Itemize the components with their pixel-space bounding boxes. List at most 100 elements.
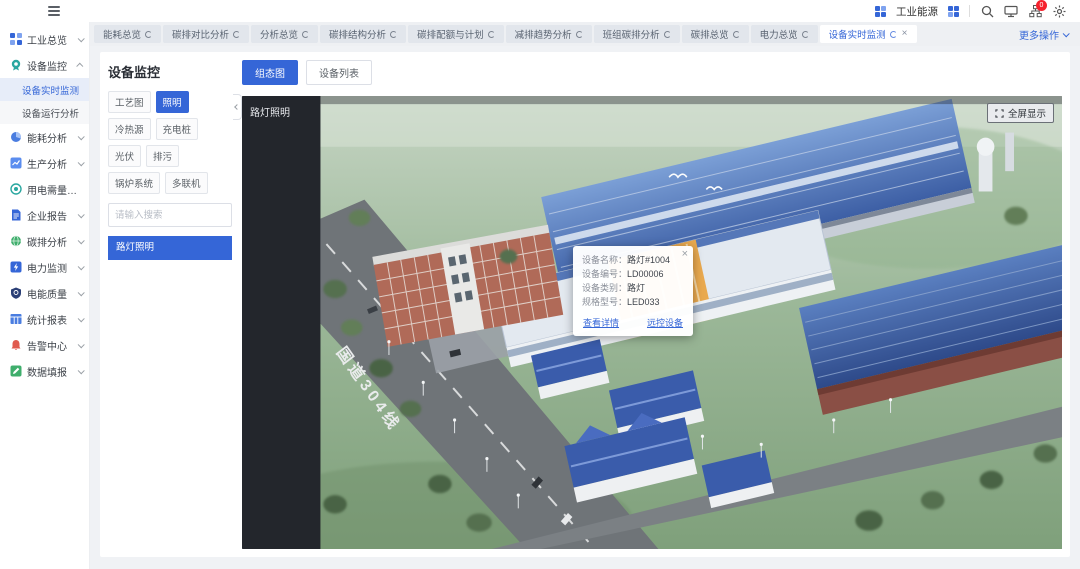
monitor-icon[interactable]: [1004, 4, 1018, 18]
refresh-icon[interactable]: [664, 31, 671, 38]
refresh-icon[interactable]: [890, 31, 897, 38]
tab-carbon-quota-plan[interactable]: 碳排配额与计划: [408, 25, 504, 43]
pie-icon: [10, 131, 22, 143]
sidebar-submenu: 设备实时监测 设备运行分析: [0, 78, 89, 124]
sidebar-item-label: 生产分析: [27, 156, 78, 171]
filter-boiler-system[interactable]: 锅炉系统: [108, 172, 160, 194]
sidebar-item-label: 数据填报: [27, 364, 78, 379]
page-title: 设备监控: [108, 62, 232, 81]
refresh-icon[interactable]: [302, 31, 309, 38]
close-icon[interactable]: ×: [682, 248, 688, 260]
close-icon[interactable]: ×: [902, 29, 908, 39]
refresh-icon[interactable]: [802, 31, 809, 38]
device-info-popup: × 设备名称：路灯#1004 设备编号：LD00006 设备类别：路灯 规格型号…: [573, 246, 693, 336]
popup-row-spec-model: 规格型号：LED033: [582, 296, 684, 310]
filter-photovoltaic[interactable]: 光伏: [108, 145, 141, 167]
sidebar-item-demand-analysis[interactable]: 用电需量分析: [0, 176, 89, 202]
filter-sewage[interactable]: 排污: [146, 145, 179, 167]
refresh-icon[interactable]: [488, 31, 495, 38]
sidebar-item-label: 告警中心: [27, 338, 78, 353]
tab-carbon-overview[interactable]: 碳排总览: [682, 25, 749, 43]
filter-charging-pile[interactable]: 充电桩: [156, 118, 199, 140]
chevron-down-icon: [78, 289, 85, 296]
sidebar-item-enterprise-report[interactable]: 企业报告: [0, 202, 89, 228]
table-icon: [10, 313, 22, 325]
sidebar-item-production-analysis[interactable]: 生产分析: [0, 150, 89, 176]
document-icon: [10, 209, 22, 221]
search-input[interactable]: [108, 203, 232, 227]
popup-row-device-number: 设备编号：LD00006: [582, 268, 684, 282]
sidebar-item-label: 碳排分析: [27, 234, 78, 249]
sidebar-item-carbon-analysis[interactable]: 碳排分析: [0, 228, 89, 254]
collapse-menu-icon[interactable]: [48, 6, 60, 16]
settings-gear-icon[interactable]: [1052, 4, 1066, 18]
sidebar-item-label: 设备监控: [27, 58, 78, 73]
globe-icon: [10, 235, 22, 247]
sidebar-item-device-realtime-monitoring[interactable]: 设备实时监测: [0, 78, 89, 101]
chevron-down-icon: [78, 367, 85, 374]
chevron-down-icon: [78, 263, 85, 270]
chevron-down-icon: [78, 315, 85, 322]
sidebar-item-device-operation-analysis[interactable]: 设备运行分析: [0, 101, 89, 124]
fullscreen-icon: [995, 109, 1004, 118]
sidebar-item-label: 统计报表: [27, 312, 78, 327]
sidebar-item-energy-analysis[interactable]: 能耗分析: [0, 124, 89, 150]
device-filter-panel: 设备监控 工艺图 照明 冷热源 充电桩 光伏 排污 锅炉系统 多联机 路灯照明: [108, 60, 232, 549]
tab-analysis-overview[interactable]: 分析总览: [251, 25, 318, 43]
list-item-street-lamp-lighting[interactable]: 路灯照明: [108, 236, 232, 260]
device-monitoring-card: 设备监控 工艺图 照明 冷热源 充电桩 光伏 排污 锅炉系统 多联机 路灯照明 …: [100, 52, 1070, 557]
sidebar-item-industry-overview[interactable]: 工业总览: [0, 26, 89, 52]
sidebar-nav: 工业总览 设备监控 设备实时监测 设备运行分析 能耗分析 生产分析 用电需量分析…: [0, 22, 90, 569]
sidebar-item-statistics-report[interactable]: 统计报表: [0, 306, 89, 332]
chevron-down-icon: [1063, 30, 1070, 37]
refresh-icon[interactable]: [145, 31, 152, 38]
filter-process-diagram[interactable]: 工艺图: [108, 91, 151, 113]
refresh-icon[interactable]: [733, 31, 740, 38]
org-icon[interactable]: 0: [1028, 4, 1042, 18]
sidebar-item-data-entry[interactable]: 数据填报: [0, 358, 89, 384]
grid-icon: [10, 33, 22, 45]
view-details-link[interactable]: 查看详情: [583, 316, 619, 329]
tab-reduction-trend[interactable]: 减排趋势分析: [506, 25, 592, 43]
more-operations-button[interactable]: 更多操作: [1019, 22, 1068, 46]
apps-grid-icon[interactable]: [948, 6, 959, 17]
device-group-list: 路灯照明: [108, 236, 232, 260]
chart-icon: [10, 157, 22, 169]
sidebar-item-alarm-center[interactable]: 告警中心: [0, 332, 89, 358]
config-diagram-button[interactable]: 组态图: [242, 60, 298, 85]
tab-energy-overview[interactable]: 能耗总览: [94, 25, 161, 43]
workspace-label[interactable]: 工业能源: [896, 4, 938, 19]
shield-icon: [10, 287, 22, 299]
tab-device-realtime-monitoring[interactable]: 设备实时监测×: [820, 25, 917, 43]
chevron-down-icon: [78, 159, 85, 166]
tab-carbon-comparison[interactable]: 碳排对比分析: [163, 25, 249, 43]
search-icon[interactable]: [980, 4, 994, 18]
chevron-down-icon: [78, 211, 85, 218]
refresh-icon[interactable]: [390, 31, 397, 38]
filter-cold-heat-source[interactable]: 冷热源: [108, 118, 151, 140]
popup-row-device-name: 设备名称：路灯#1004: [582, 254, 684, 268]
page-tabbar: 能耗总览 碳排对比分析 分析总览 碳排结构分析 碳排配额与计划 减排趋势分析 班…: [90, 22, 1080, 46]
apps-icon[interactable]: [875, 6, 886, 17]
sidebar-item-label: 电能质量: [27, 286, 78, 301]
chevron-down-icon: [78, 237, 85, 244]
refresh-icon[interactable]: [233, 31, 240, 38]
pencil-icon: [10, 365, 22, 377]
notification-badge: 0: [1036, 0, 1047, 11]
refresh-icon[interactable]: [576, 31, 583, 38]
tab-team-carbon[interactable]: 班组碳排分析: [594, 25, 680, 43]
chevron-up-icon: [76, 62, 83, 69]
sidebar-item-power-quality[interactable]: 电能质量: [0, 280, 89, 306]
panel-collapse-handle[interactable]: [233, 94, 242, 120]
campus-3d-viewer[interactable]: 国道304线: [242, 96, 1062, 549]
filter-multi-unit-ac[interactable]: 多联机: [165, 172, 208, 194]
remote-control-link[interactable]: 远控设备: [647, 316, 683, 329]
sidebar-item-device-monitoring[interactable]: 设备监控: [0, 52, 89, 78]
tab-carbon-structure[interactable]: 碳排结构分析: [320, 25, 406, 43]
filter-lighting[interactable]: 照明: [156, 91, 189, 113]
fullscreen-button[interactable]: 全屏显示: [987, 103, 1054, 123]
header-divider: [969, 5, 970, 17]
sidebar-item-power-monitoring[interactable]: 电力监测: [0, 254, 89, 280]
device-list-button[interactable]: 设备列表: [306, 60, 372, 85]
tab-power-overview[interactable]: 电力总览: [751, 25, 818, 43]
